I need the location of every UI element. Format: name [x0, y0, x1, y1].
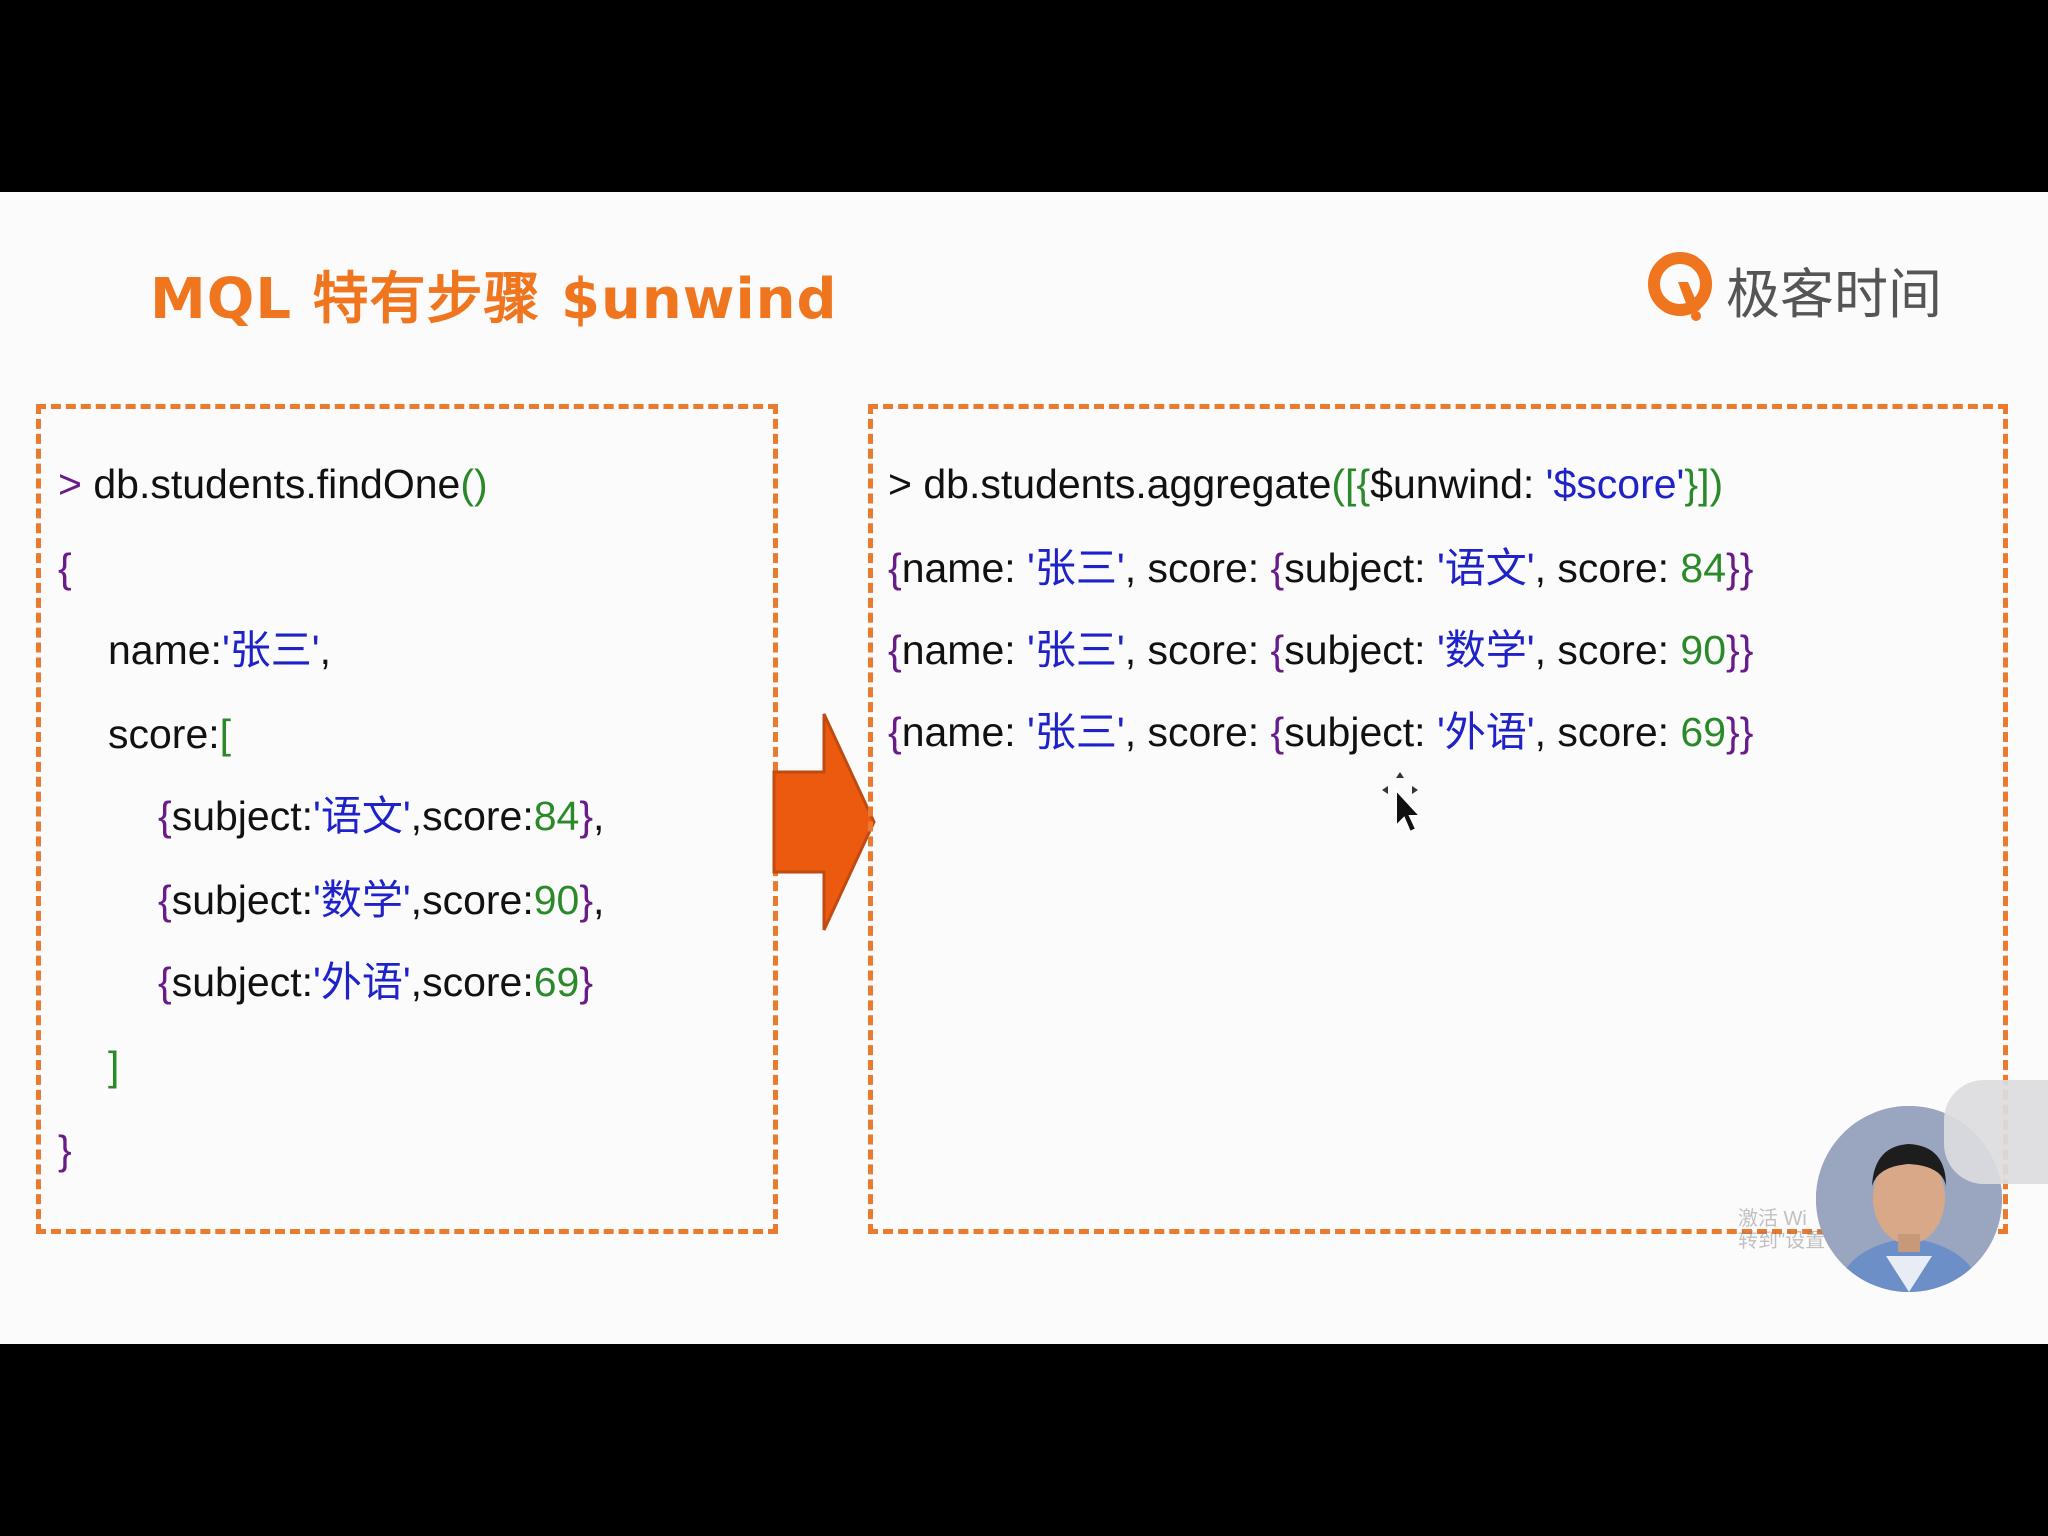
slide: MQL 特有步骤 $unwind 极客时间 > db.students.find… — [0, 192, 2048, 1344]
left-name-line: name:'张三', — [108, 627, 332, 673]
notification-toast[interactable] — [1944, 1080, 2048, 1184]
right-result-row: {name: '张三', score: {subject: '数学', scor… — [888, 627, 1754, 673]
left-open-brace: { — [58, 545, 72, 591]
left-score-item: {subject:'外语',score:69} — [158, 959, 594, 1005]
left-close-bracket: ] — [108, 1043, 120, 1089]
left-command-line: > db.students.findOne() — [58, 461, 488, 507]
right-result-panel — [868, 404, 2008, 1234]
letterbox-top — [0, 0, 2048, 192]
right-result-row: {name: '张三', score: {subject: '语文', scor… — [888, 545, 1754, 591]
left-score-item: {subject:'语文',score:84}, — [158, 793, 605, 839]
left-score-item: {subject:'数学',score:90}, — [158, 877, 605, 923]
slide-title: MQL 特有步骤 $unwind — [150, 267, 838, 332]
letterbox-bottom — [0, 1344, 2048, 1536]
right-arrow-icon — [772, 713, 876, 931]
right-command-line: > db.students.aggregate([{$unwind: '$sco… — [888, 461, 1724, 507]
left-close-brace: } — [58, 1127, 72, 1173]
left-score-line: score:[ — [108, 711, 232, 757]
brand-logo-icon — [1648, 251, 1712, 321]
move-cursor-icon — [1382, 772, 1423, 834]
right-result-row: {name: '张三', score: {subject: '外语', scor… — [888, 709, 1754, 755]
brand: 极客时间 — [1648, 250, 1942, 329]
brand-name: 极客时间 — [1726, 263, 1942, 326]
